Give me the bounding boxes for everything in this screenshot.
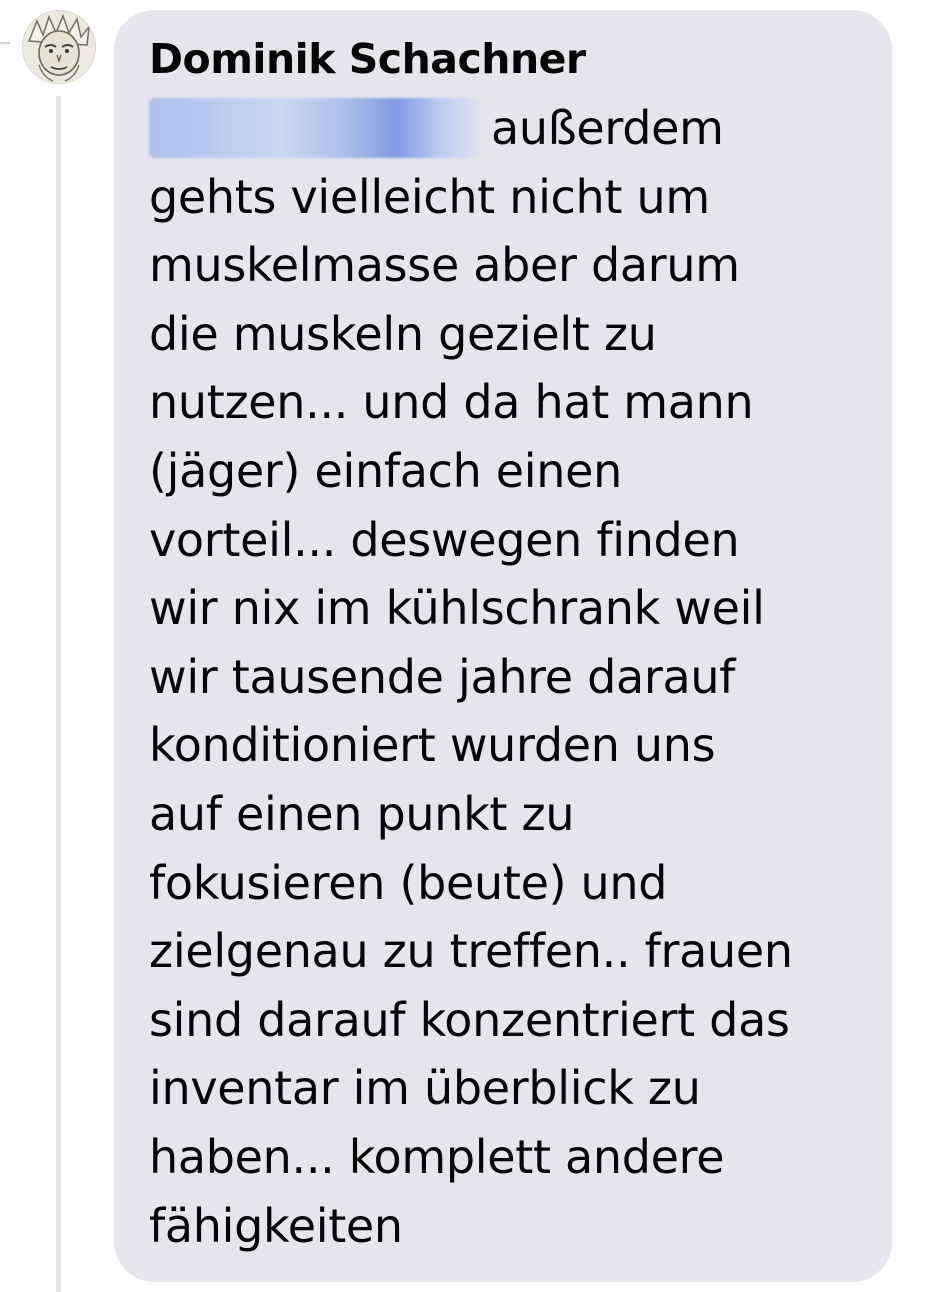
comment-line: nutzen... und da hat mann	[149, 375, 754, 430]
comment-line: (jäger) einfach einen	[149, 443, 622, 498]
redacted-mention[interactable]	[149, 97, 479, 158]
comment-thread: Dominik Schachner außerdem gehts viellei…	[0, 0, 928, 1292]
comment-line: inventar im überblick zu	[149, 1061, 701, 1116]
comment-author-name[interactable]: Dominik Schachner	[149, 30, 586, 88]
comment-line: die muskeln gezielt zu	[149, 306, 657, 361]
reply-thread-line	[56, 96, 61, 1292]
comment-line: gehts vielleicht nicht um	[149, 169, 710, 224]
thread-connector	[0, 42, 10, 44]
comment-line: wir nix im kühlschrank weil	[149, 581, 765, 636]
avatar[interactable]	[22, 10, 96, 84]
comment-line: konditioniert wurden uns	[149, 718, 716, 773]
comment-line: außerdem	[149, 94, 884, 163]
comment-line: zielgenau zu treffen.. frauen	[149, 924, 793, 979]
comment-line: fokusieren (beute) und	[149, 855, 668, 910]
comment-line: vorteil... deswegen finden	[149, 512, 740, 567]
comment-line: sind darauf konzentriert das	[149, 992, 790, 1047]
comment-line: haben... komplett andere	[149, 1129, 725, 1184]
cartoon-character-avatar-icon	[23, 11, 95, 83]
comment-body: außerdem gehts vielleicht nicht um muske…	[149, 94, 884, 1260]
comment-line: auf einen punkt zu	[149, 786, 575, 841]
comment-line-text: außerdem	[491, 101, 724, 155]
comment-line: muskelmasse aber darum	[149, 238, 740, 293]
comment-line: fähigkeiten	[149, 1198, 403, 1253]
comment-line: wir tausende jahre darauf	[149, 649, 736, 704]
